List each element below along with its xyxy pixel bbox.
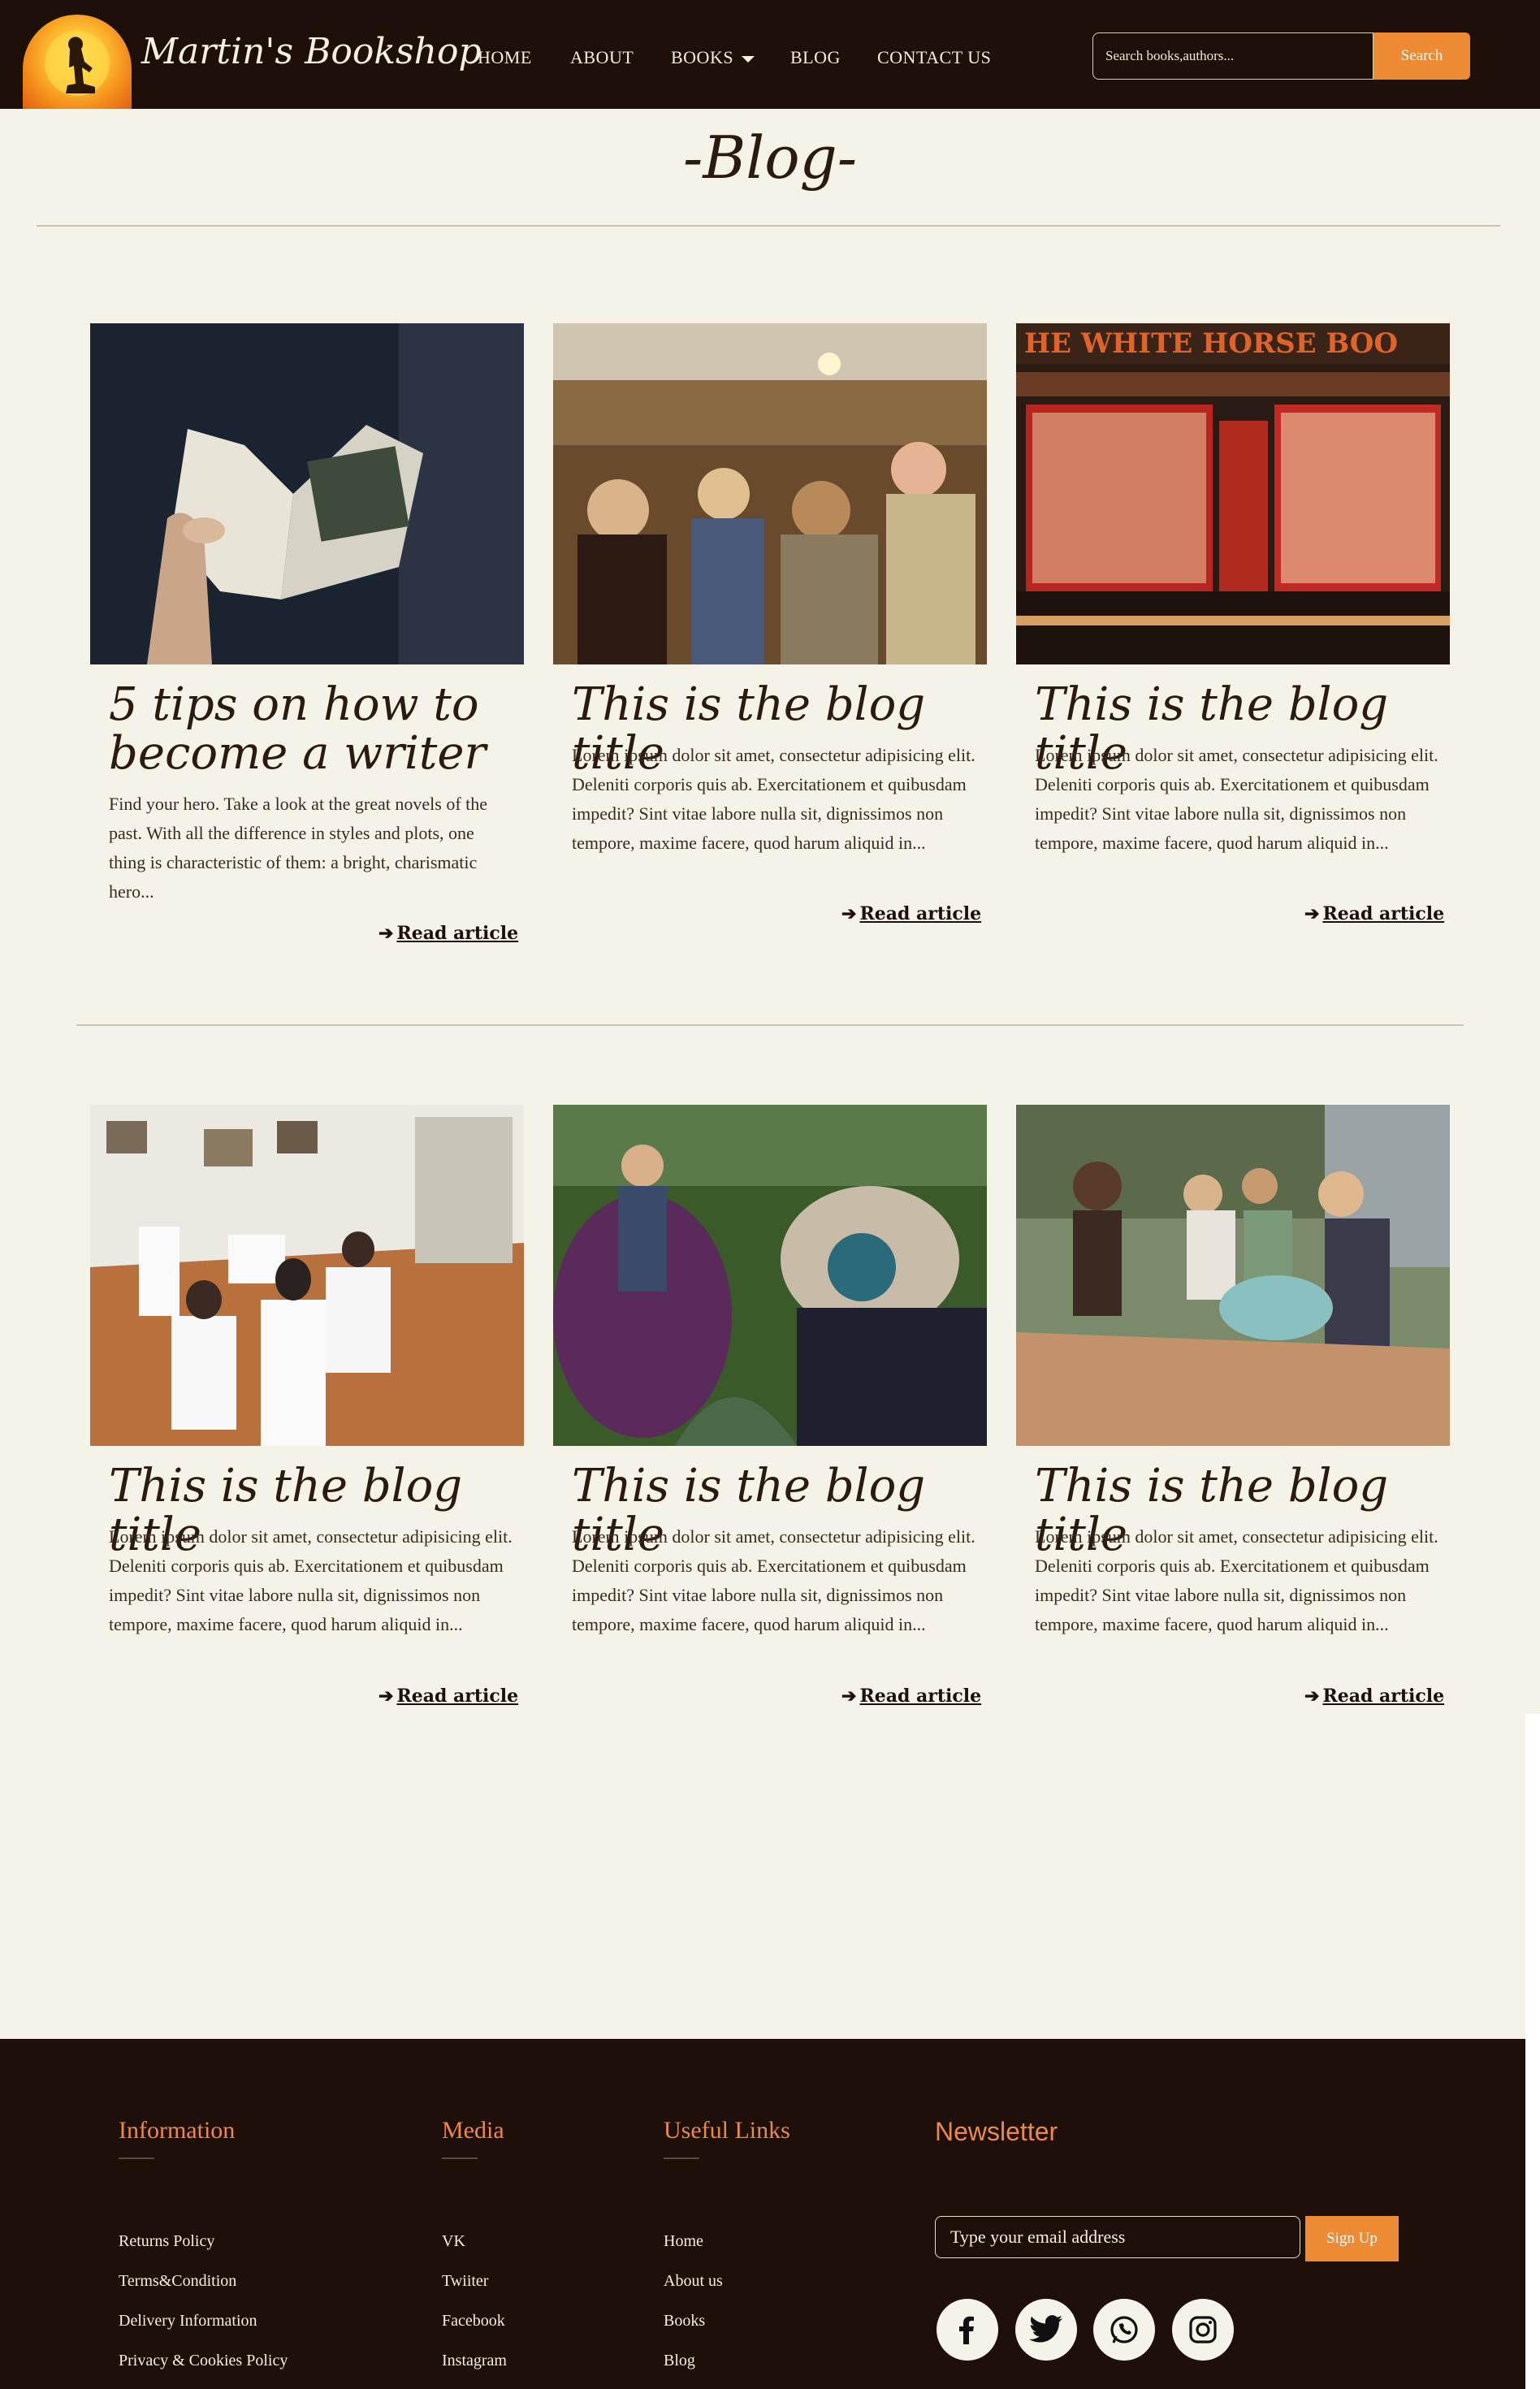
read-article-label: Read article [859, 903, 982, 924]
newsletter-email-input[interactable] [935, 2216, 1300, 2258]
title-divider [37, 225, 1500, 227]
search-input[interactable] [1092, 32, 1373, 80]
footer-link[interactable]: Books [664, 2312, 705, 2331]
post-title-1[interactable]: 5 tips on how to become a writer [109, 681, 515, 778]
footer-link[interactable]: Twiiter [442, 2272, 488, 2291]
footer [0, 2039, 1525, 2389]
footer-media-heading: Media [442, 2117, 504, 2144]
post-image-6[interactable] [1016, 1105, 1450, 1446]
post-image-2[interactable] [553, 323, 987, 664]
row-divider [76, 1024, 1464, 1026]
page-edge [1525, 1714, 1540, 2389]
navbar: Martin's Bookshop HOME ABOUT BOOKS BLOG … [0, 0, 1540, 109]
arrow-right-icon: ➔ [841, 903, 857, 924]
post-excerpt-3: Lorem ipsum dolor sit amet, consectetur … [1035, 745, 1438, 853]
footer-link[interactable]: Delivery Information [119, 2312, 257, 2331]
footer-link[interactable]: Blog [664, 2352, 695, 2370]
arrow-right-icon: ➔ [379, 923, 394, 944]
read-article-link-2[interactable]: ➔ Read article [841, 903, 981, 924]
read-article-link-1[interactable]: ➔ Read article [379, 923, 518, 944]
read-article-link-5[interactable]: ➔ Read article [841, 1686, 981, 1707]
read-article-label: Read article [1322, 1686, 1445, 1707]
post-excerpt-6: Lorem ipsum dolor sit amet, consectetur … [1035, 1526, 1438, 1634]
post-excerpt-1: Find your hero. Take a look at the great… [109, 794, 488, 902]
heading-underline [664, 2157, 699, 2159]
page-title: -Blog- [682, 123, 858, 192]
read-article-label: Read article [396, 923, 519, 944]
footer-useful-heading: Useful Links [664, 2117, 790, 2144]
post-image-1[interactable] [90, 323, 524, 664]
whatsapp-icon[interactable] [1093, 2299, 1155, 2361]
footer-link[interactable]: Privacy & Cookies Policy [119, 2352, 288, 2370]
read-article-link-4[interactable]: ➔ Read article [379, 1686, 518, 1707]
read-article-label: Read article [859, 1686, 982, 1707]
post-image-4[interactable] [90, 1105, 524, 1446]
nav-blog[interactable]: BLOG [790, 47, 841, 68]
twitter-icon[interactable] [1015, 2299, 1077, 2361]
facebook-icon[interactable] [937, 2299, 998, 2361]
post-image-3[interactable]: HE WHITE HORSE BOO [1016, 323, 1450, 664]
read-article-link-3[interactable]: ➔ Read article [1304, 903, 1444, 924]
arrow-right-icon: ➔ [1304, 903, 1320, 924]
post-excerpt-2: Lorem ipsum dolor sit amet, consectetur … [572, 745, 975, 853]
footer-link[interactable]: Home [664, 2232, 703, 2251]
post-excerpt-4: Lorem ipsum dolor sit amet, consectetur … [109, 1526, 513, 1634]
footer-link[interactable]: Instagram [442, 2352, 507, 2370]
nav-books-label: BOOKS [671, 47, 734, 67]
footer-link[interactable]: Returns Policy [119, 2232, 214, 2251]
heading-underline [442, 2157, 478, 2159]
footer-link[interactable]: Facebook [442, 2312, 505, 2331]
sign-up-button[interactable]: Sign Up [1305, 2216, 1399, 2261]
footer-link[interactable]: About us [664, 2272, 723, 2291]
nav-home[interactable]: HOME [478, 47, 532, 68]
arrow-right-icon: ➔ [841, 1686, 857, 1707]
svg-text:HE WHITE HORSE BOO: HE WHITE HORSE BOO [1024, 327, 1398, 360]
post-excerpt-5: Lorem ipsum dolor sit amet, consectetur … [572, 1526, 975, 1634]
nav-about[interactable]: ABOUT [570, 47, 634, 68]
brand-name[interactable]: Martin's Bookshop [141, 31, 482, 72]
post-image-5[interactable] [553, 1105, 987, 1446]
search-button[interactable]: Search [1373, 32, 1470, 80]
nav-books[interactable]: BOOKS [671, 47, 755, 68]
newsletter-heading: Newsletter [935, 2117, 1058, 2146]
logo-icon[interactable] [23, 15, 132, 109]
footer-link[interactable]: Terms&Condition [119, 2272, 236, 2291]
read-article-link-6[interactable]: ➔ Read article [1304, 1686, 1444, 1707]
footer-information-heading: Information [119, 2117, 236, 2144]
read-article-label: Read article [396, 1686, 519, 1707]
read-article-label: Read article [1322, 903, 1445, 924]
footer-link[interactable]: VK [442, 2232, 465, 2251]
instagram-icon[interactable] [1172, 2299, 1234, 2361]
nav-contact[interactable]: CONTACT US [877, 47, 991, 68]
heading-underline [119, 2157, 154, 2159]
arrow-right-icon: ➔ [379, 1686, 394, 1707]
chevron-down-icon [742, 55, 755, 63]
arrow-right-icon: ➔ [1304, 1686, 1320, 1707]
